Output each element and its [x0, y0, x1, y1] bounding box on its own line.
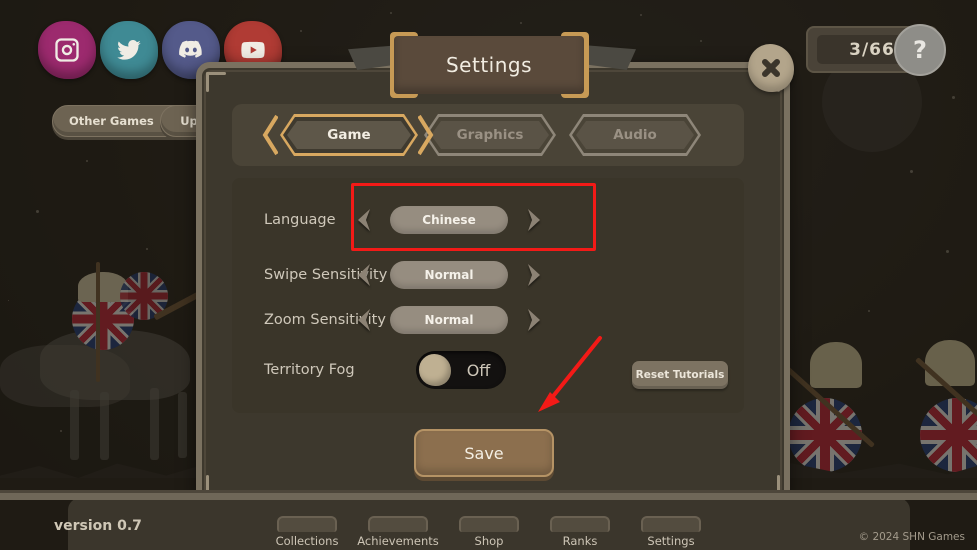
game-screen: Other Games Upda 3/66 ? Settings Game: [0, 0, 977, 550]
achievements-icon: [368, 516, 428, 532]
other-games-label: Other Games: [69, 114, 154, 128]
swipe-sensitivity-prev-button[interactable]: [347, 258, 381, 292]
tab-game-chevron-right: [418, 114, 434, 156]
zoom-sensitivity-next-button[interactable]: [517, 303, 551, 337]
settings-tab-bar: Game Graphics Audio: [232, 104, 744, 166]
settings-icon: [641, 516, 701, 532]
corner-ornament-tl: [206, 72, 228, 94]
stepper-language: Chinese: [347, 203, 551, 237]
collections-icon: [277, 516, 337, 532]
version-label: version 0.7: [54, 518, 142, 534]
twitter-icon: [115, 36, 143, 64]
language-next-button[interactable]: [517, 203, 551, 237]
modal-title: Settings: [394, 36, 584, 94]
settings-content-panel: Language Chinese Swipe Sensitivity Norma…: [232, 178, 744, 413]
chevron-right-icon: [519, 205, 549, 235]
close-button[interactable]: [748, 44, 794, 92]
toggle-knob: [419, 354, 451, 386]
setting-row-zoom-sensitivity: Zoom Sensitivity Normal: [232, 300, 744, 340]
setting-label-language: Language: [264, 212, 336, 228]
tab-game-chevron-left: [262, 114, 278, 156]
chevron-right-icon: [519, 260, 549, 290]
swipe-sensitivity-value[interactable]: Normal: [390, 261, 508, 289]
tab-graphics[interactable]: Graphics: [424, 114, 556, 156]
tab-audio[interactable]: Audio: [569, 114, 701, 156]
question-mark-icon: ?: [913, 38, 927, 62]
swipe-sensitivity-next-button[interactable]: [517, 258, 551, 292]
discord-icon: [177, 36, 205, 64]
tab-audio-label: Audio: [613, 127, 657, 143]
copyright-label: © 2024 SHN Games: [859, 531, 965, 543]
language-value[interactable]: Chinese: [390, 206, 508, 234]
setting-label-territory-fog: Territory Fog: [264, 362, 355, 378]
language-prev-button[interactable]: [347, 203, 381, 237]
save-button[interactable]: Save: [414, 429, 554, 477]
zoom-sensitivity-value[interactable]: Normal: [390, 306, 508, 334]
close-x-icon: [759, 56, 783, 80]
setting-row-swipe-sensitivity: Swipe Sensitivity Normal: [232, 255, 744, 295]
tab-graphics-label: Graphics: [457, 127, 524, 143]
nav-item-settings[interactable]: Settings: [611, 516, 731, 548]
reset-tutorials-button[interactable]: Reset Tutorials: [632, 361, 728, 389]
chevron-left-icon: [349, 305, 379, 335]
stepper-swipe-sensitivity: Normal: [347, 258, 551, 292]
setting-row-language: Language Chinese: [232, 200, 744, 240]
youtube-icon: [239, 36, 267, 64]
chevron-left-icon: [349, 205, 379, 235]
instagram-icon: [53, 36, 81, 64]
social-button-instagram[interactable]: [38, 21, 96, 79]
chevron-right-icon: [519, 305, 549, 335]
stepper-zoom-sensitivity: Normal: [347, 303, 551, 337]
ranks-icon: [550, 516, 610, 532]
bottom-navigation: Collections Achievements Shop Ranks Sett…: [0, 496, 977, 550]
zoom-sensitivity-prev-button[interactable]: [347, 303, 381, 337]
nav-label-settings: Settings: [611, 534, 731, 548]
social-button-twitter[interactable]: [100, 21, 158, 79]
bottom-nav-divider: [0, 493, 977, 500]
territory-fog-toggle[interactable]: Off: [416, 351, 506, 389]
tab-game-label: Game: [327, 127, 370, 143]
chevron-left-icon: [349, 260, 379, 290]
help-badge[interactable]: ?: [894, 24, 946, 76]
territory-fog-value: Off: [451, 361, 506, 380]
tab-game[interactable]: Game: [280, 114, 418, 156]
shop-icon: [459, 516, 519, 532]
